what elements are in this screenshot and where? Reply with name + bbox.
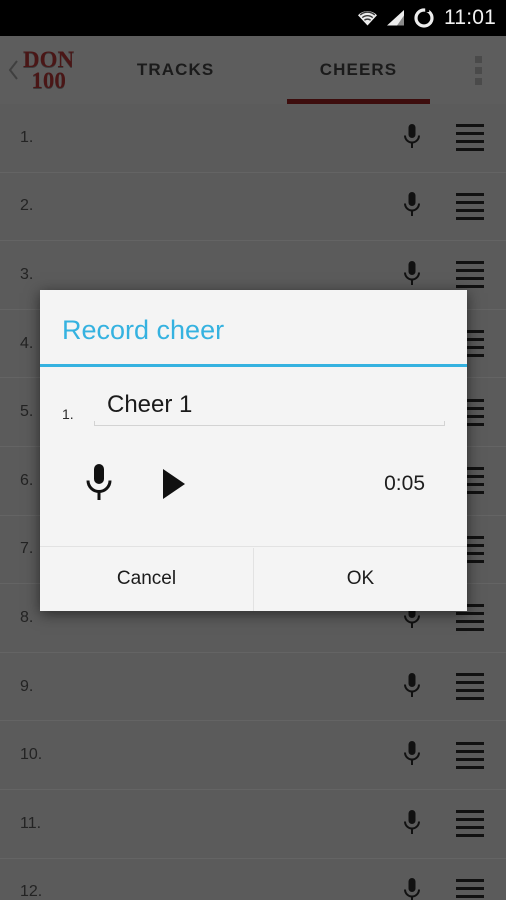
cheer-name-input[interactable] [94, 391, 445, 425]
microphone-icon-glyph [404, 809, 420, 834]
cellular-signal-icon-glyph [387, 10, 404, 26]
list-item[interactable]: 11. [0, 790, 506, 859]
play-button[interactable] [136, 467, 212, 501]
list-item[interactable]: 9. [0, 653, 506, 722]
cellular-signal-icon [386, 9, 406, 27]
row-index: 11. [20, 814, 42, 832]
microphone-icon-glyph [404, 192, 420, 217]
microphone-icon[interactable] [382, 672, 442, 702]
cancel-button[interactable]: Cancel [40, 547, 253, 611]
microphone-icon-glyph [404, 672, 420, 697]
wifi-icon [356, 9, 379, 27]
drag-handle-icon[interactable] [442, 739, 498, 771]
row-index: 10. [20, 746, 43, 764]
tab-tracks-label: TRACKS [136, 60, 215, 79]
drag-handle-icon[interactable] [442, 259, 498, 291]
media-controls-row: 0:05 [62, 432, 445, 540]
sync-circle-icon-glyph [414, 8, 434, 28]
record-cheer-dialog: Record cheer 1. Cheer 1 0:05 Cancel OK [40, 290, 467, 611]
dialog-title: Record cheer [62, 315, 225, 345]
app-logo-line2: 100 [31, 68, 66, 93]
app-logo-line1: DON [23, 46, 75, 72]
drag-handle-icon[interactable] [442, 122, 498, 154]
phone-screen: 1. 2. 3. 4. 5. 6. 7. 8. 9. 10. 11. 12. D… [0, 0, 506, 900]
back-chevron-icon[interactable] [6, 58, 22, 82]
microphone-icon-glyph [404, 878, 420, 900]
cheer-name-field-wrap [94, 391, 445, 432]
tab-selected-indicator [287, 99, 430, 104]
row-index: 2. [20, 197, 34, 215]
microphone-icon[interactable] [382, 740, 442, 770]
microphone-icon[interactable] [382, 809, 442, 839]
row-index: 3. [20, 265, 34, 283]
action-bar: DON 100 TRACKS CHEERS [0, 36, 506, 104]
back-chevron-glyph [8, 60, 18, 80]
drag-handle-icon[interactable] [442, 190, 498, 222]
microphone-icon-glyph [404, 260, 420, 285]
microphone-icon [86, 464, 112, 500]
list-item[interactable]: 10. [0, 721, 506, 790]
cheer-name-row: 1. [62, 391, 445, 432]
row-index: 1. [20, 128, 34, 146]
cheer-index-label: 1. [62, 406, 74, 422]
drag-handle-icon[interactable] [442, 671, 498, 703]
microphone-icon-glyph [404, 741, 420, 766]
ok-button[interactable]: OK [254, 547, 467, 611]
list-item[interactable]: 12. [0, 859, 506, 900]
drag-handle-icon[interactable] [442, 876, 498, 900]
row-index: 9. [20, 677, 34, 695]
dialog-button-bar: Cancel OK [40, 546, 467, 611]
play-icon [163, 469, 185, 499]
app-logo[interactable]: DON 100 [23, 46, 75, 93]
microphone-icon-glyph [404, 123, 420, 148]
recording-duration: 0:05 [384, 472, 425, 495]
tab-cheers-label: CHEERS [319, 60, 398, 79]
list-item[interactable]: 2. [0, 173, 506, 242]
sync-circle-icon [413, 7, 435, 29]
tab-tracks[interactable]: TRACKS [84, 36, 267, 104]
microphone-icon[interactable] [382, 877, 442, 900]
overflow-menu-icon[interactable] [450, 36, 506, 104]
status-bar-clock: 11:01 [444, 6, 496, 29]
dialog-body: 1. Cheer 1 0:05 [40, 367, 467, 546]
tab-cheers[interactable]: CHEERS [267, 36, 450, 104]
record-button[interactable] [62, 462, 136, 506]
wifi-icon-glyph [358, 11, 377, 26]
row-index: 12. [20, 883, 43, 900]
list-item[interactable]: 1. [0, 104, 506, 173]
microphone-icon[interactable] [382, 260, 442, 290]
status-bar: 11:01 [0, 0, 506, 36]
row-index: 8. [20, 608, 34, 626]
microphone-icon[interactable] [382, 123, 442, 153]
cheer-name-underline [94, 421, 445, 426]
drag-handle-icon[interactable] [442, 808, 498, 840]
microphone-icon[interactable] [382, 191, 442, 221]
